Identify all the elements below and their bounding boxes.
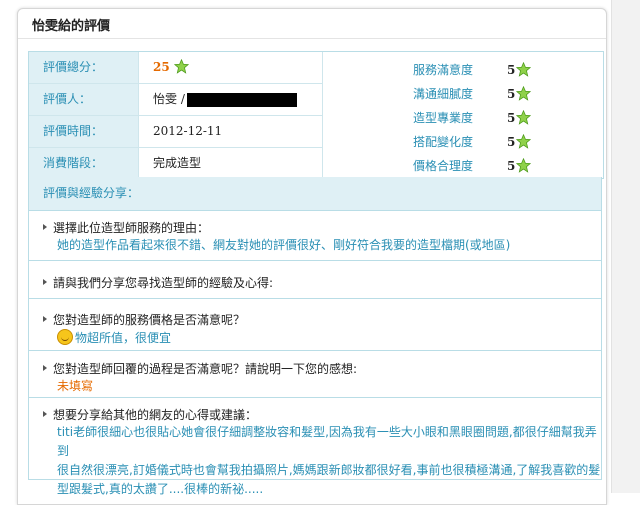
answer-text: 物超所值，很便宜	[75, 331, 172, 345]
value-total-score: 25	[153, 52, 189, 83]
label-stage: 消費階段：	[29, 148, 139, 178]
title-divider	[18, 38, 606, 39]
value-reviewer: 怡雯 /	[153, 84, 297, 115]
question-text: 想要分享給其他的網友的心得或建議：	[42, 408, 258, 422]
rating-score: 5	[507, 63, 516, 77]
question-reply: 您對造型師回覆的過程是否滿意呢？請說明一下您的感想: 未填寫	[28, 351, 602, 398]
answer-line: 很自然很漂亮,訂婚儀式時也會幫我拍攝照片,媽媽跟新郎妝都很好看,事前也很積極溝通…	[57, 463, 601, 477]
answer-line: 型跟髮式,真的太讚了....很棒的新祕.....	[57, 482, 264, 496]
label-total-score: 評價總分：	[29, 52, 139, 83]
rating-price: 價格合理度 5	[413, 154, 563, 178]
answer-line: titi老師很細心也很貼心她會很仔細調整妝容和髮型,因為我有一些大小眼和黑眼圈問…	[57, 425, 597, 458]
rating-name: 服務滿意度	[413, 63, 474, 77]
rating-name: 造型專業度	[413, 111, 474, 125]
total-score: 25	[153, 60, 170, 74]
question-text: 請與我們分享您尋找造型師的經驗及心得:	[42, 276, 274, 290]
star-icon	[173, 59, 189, 74]
value-stage: 完成造型	[153, 156, 202, 170]
rating-name: 搭配變化度	[413, 135, 474, 149]
question-text: 選擇此位造型師服務的理由：	[42, 221, 210, 235]
row-reviewer: 評價人： 怡雯 /	[29, 84, 322, 116]
label-reviewer: 評價人：	[29, 84, 139, 115]
question-text: 您對造型師回覆的過程是否滿意呢？請說明一下您的感想:	[42, 362, 358, 376]
answer-price: 物超所值，很便宜	[57, 329, 171, 348]
answer-text: titi老師很細心也很貼心她會很仔細調整妝容和髮型,因為我有一些大小眼和黑眼圈問…	[57, 423, 601, 499]
star-icon	[516, 110, 531, 125]
reviewer-name: 怡雯 /	[153, 92, 185, 106]
review-summary-table: 評價總分： 25 評價人： 怡雯 / 評價時間： 2012-12-11 消費階段…	[28, 51, 604, 179]
share-heading: 評價與經驗分享：	[28, 177, 602, 211]
rating-variety: 搭配變化度 5	[413, 130, 563, 154]
question-text: 您對造型師的服務價格是否滿意呢？	[42, 313, 246, 327]
smiley-icon	[57, 329, 73, 345]
row-total-score: 評價總分： 25	[29, 52, 322, 84]
rating-professional: 造型專業度 5	[413, 106, 563, 130]
redacted-block	[186, 92, 297, 107]
row-stage: 消費階段： 完成造型	[29, 148, 322, 179]
answer-text: 未填寫	[57, 379, 94, 393]
star-icon	[516, 158, 531, 173]
question-reason: 選擇此位造型師服務的理由： 她的造型作品看起來很不錯、網友對她的評價很好、剛好符…	[28, 211, 602, 261]
star-icon	[516, 86, 531, 101]
answer-text: 她的造型作品看起來很不錯、網友對她的評價很好、剛好符合我要的造型檔期(或地區)	[57, 238, 511, 252]
rating-score: 5	[507, 111, 516, 125]
star-icon	[516, 134, 531, 149]
rating-name: 溝通細膩度	[413, 87, 474, 101]
question-price: 您對造型師的服務價格是否滿意呢？ 物超所值，很便宜	[28, 299, 602, 351]
value-review-time: 2012-12-11	[153, 124, 223, 138]
question-experience: 請與我們分享您尋找造型師的經驗及心得:	[28, 261, 602, 299]
label-review-time: 評價時間：	[29, 116, 139, 147]
page-scrollbar[interactable]	[611, 0, 640, 493]
rating-name: 價格合理度	[413, 159, 474, 173]
rating-score: 5	[507, 159, 516, 173]
star-icon	[516, 62, 531, 77]
rating-score: 5	[507, 87, 516, 101]
question-advice: 想要分享給其他的網友的心得或建議： titi老師很細心也很貼心她會很仔細調整妝容…	[28, 398, 602, 496]
ratings-list: 服務滿意度 5 溝通細膩度 5 造型專業度 5 搭配變化度 5 價格合理度 5	[413, 58, 563, 178]
rating-communication: 溝通細膩度 5	[413, 82, 563, 106]
panel-title: 怡雯給的評價	[32, 19, 111, 34]
rating-score: 5	[507, 135, 516, 149]
row-review-time: 評價時間： 2012-12-11	[29, 116, 322, 148]
summary-divider	[322, 52, 323, 178]
review-panel: 怡雯給的評價 評價總分： 25 評價人： 怡雯 / 評價時間： 2012-12-…	[17, 8, 607, 505]
rating-service: 服務滿意度 5	[413, 58, 563, 82]
